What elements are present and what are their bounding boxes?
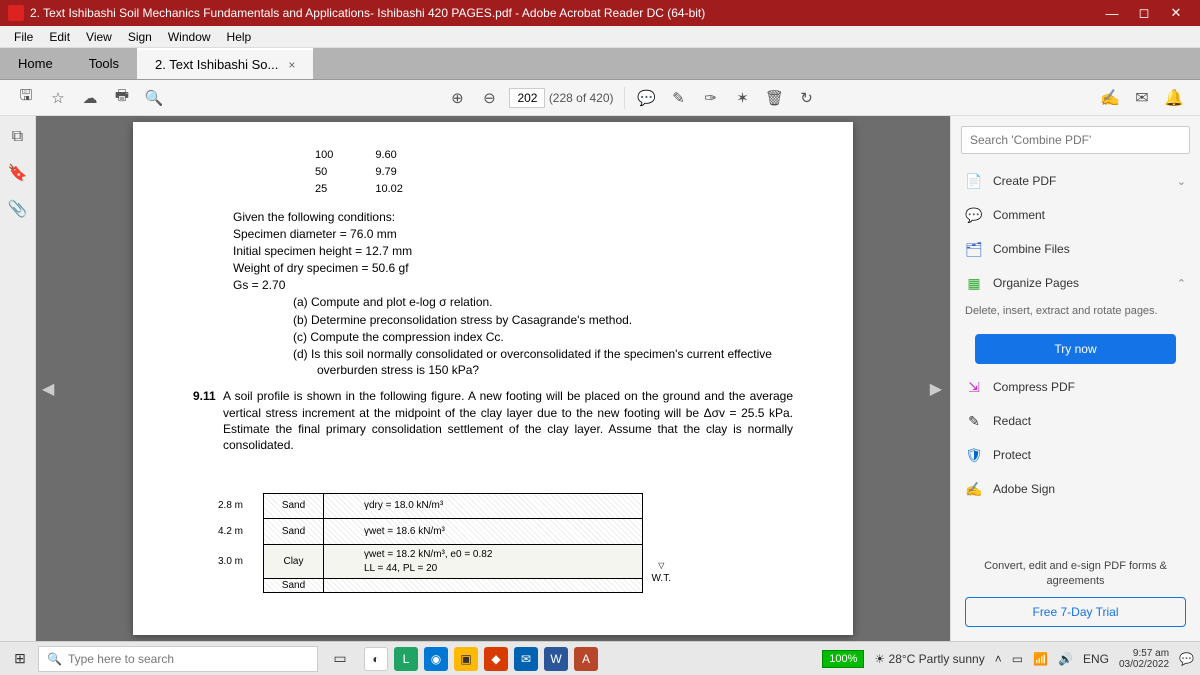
tools-search-input[interactable]	[961, 126, 1190, 154]
minimize-button[interactable]: —	[1096, 6, 1128, 21]
page-down-icon[interactable]: ⊖	[475, 84, 503, 112]
maximize-button[interactable]: ◻	[1128, 5, 1160, 21]
stamp-icon[interactable]: ✶	[729, 84, 757, 112]
left-rail: ⧉ 🔖 📎	[0, 116, 36, 641]
chevron-down-icon: ⌄	[1177, 175, 1186, 188]
app-mail-icon[interactable]: ✉	[514, 647, 538, 671]
organize-icon: ▦	[965, 274, 983, 292]
print-icon[interactable]: 🖶	[108, 84, 136, 112]
menu-file[interactable]: File	[6, 30, 41, 44]
toolbar: 🖫 ☆ ☁ 🖶 🔍 ⊕ ⊖ (228 of 420) 💬 ✎ ✑ ✶ 🗑 ↻ ✍…	[0, 80, 1200, 116]
try-now-button[interactable]: Try now	[975, 334, 1176, 364]
tool-adobe-sign[interactable]: ✍Adobe Sign	[961, 472, 1190, 506]
app-chrome-icon[interactable]: ◐	[364, 647, 388, 671]
tool-protect[interactable]: 🛡Protect	[961, 438, 1190, 472]
page-up-icon[interactable]: ⊕	[443, 84, 471, 112]
nav-next-icon[interactable]: ▶	[930, 379, 942, 399]
redact-icon: ✎	[965, 412, 983, 430]
attachment-icon[interactable]: 📎	[7, 198, 29, 220]
search-icon[interactable]: 🔍	[140, 84, 168, 112]
app-word-icon[interactable]: W	[544, 647, 568, 671]
problem-text: A soil profile is shown in the following…	[223, 388, 793, 453]
tool-comment[interactable]: 💬Comment	[961, 198, 1190, 232]
tool-create-pdf[interactable]: 📄Create PDF⌄	[961, 164, 1190, 198]
chevron-up-icon: ⌃	[1177, 277, 1186, 290]
organize-description: Delete, insert, extract and rotate pages…	[961, 300, 1190, 328]
menu-window[interactable]: Window	[160, 30, 219, 44]
windows-taskbar: ⊞ 🔍Type here to search ▭ ◐ L ◉ ▣ ◆ ✉ W A…	[0, 641, 1200, 675]
signature-icon[interactable]: ✍	[1096, 84, 1124, 112]
combine-icon: 🗂	[965, 240, 983, 258]
mail-icon[interactable]: ✉	[1128, 84, 1156, 112]
bookmark-icon[interactable]: 🔖	[7, 162, 29, 184]
start-button[interactable]: ⊞	[6, 645, 34, 673]
page-current-input[interactable]	[509, 88, 545, 108]
app-edge-icon[interactable]: ◉	[424, 647, 448, 671]
comment-tool-icon: 💬	[965, 206, 983, 224]
tab-document[interactable]: 2. Text Ishibashi So...×	[137, 48, 313, 79]
clock[interactable]: 9:57 am03/02/2022	[1119, 648, 1169, 670]
tab-row: Home Tools 2. Text Ishibashi So...×	[0, 48, 1200, 80]
page-indicator: (228 of 420)	[509, 88, 613, 108]
menu-sign[interactable]: Sign	[120, 30, 160, 44]
cloud-icon[interactable]: ☁	[76, 84, 104, 112]
zoom-indicator[interactable]: 100%	[822, 650, 864, 668]
tray-chevron-icon[interactable]: ˄	[995, 652, 1002, 666]
tools-panel: 📄Create PDF⌄ 💬Comment 🗂Combine Files ▦Or…	[950, 116, 1200, 641]
soil-profile-figure: New footing 2.8 mSandγdry = 18.0 kN/m³ 4…	[263, 493, 643, 593]
problem-number: 9.11	[193, 388, 223, 453]
notifications-icon[interactable]: 💬	[1179, 652, 1194, 666]
app-explorer-icon[interactable]: ▣	[454, 647, 478, 671]
app-icon	[8, 5, 24, 21]
wifi-icon[interactable]: 📶	[1033, 652, 1048, 666]
data-table: 1009.60 509.79 2510.02	[313, 146, 445, 199]
water-table-label: W.T.	[652, 561, 671, 585]
menu-help[interactable]: Help	[219, 30, 260, 44]
search-icon: 🔍	[47, 652, 62, 666]
tool-redact[interactable]: ✎Redact	[961, 404, 1190, 438]
tab-home[interactable]: Home	[0, 48, 71, 79]
document-area: ◀ 1009.60 509.79 2510.02 Given the follo…	[36, 116, 1200, 641]
highlight-icon[interactable]: ✎	[665, 84, 693, 112]
tab-tools[interactable]: Tools	[71, 48, 137, 79]
menu-bar: File Edit View Sign Window Help	[0, 26, 1200, 48]
draw-icon[interactable]: ✑	[697, 84, 725, 112]
free-trial-button[interactable]: Free 7-Day Trial	[965, 597, 1186, 627]
tool-compress[interactable]: ⇲Compress PDF	[961, 370, 1190, 404]
language-indicator[interactable]: ENG	[1083, 652, 1109, 666]
window-titlebar: 2. Text Ishibashi Soil Mechanics Fundame…	[0, 0, 1200, 26]
pdf-page: 1009.60 509.79 2510.02 Given the followi…	[133, 122, 853, 635]
task-view-icon[interactable]: ▭	[326, 645, 354, 673]
delete-icon[interactable]: 🗑	[761, 84, 789, 112]
battery-icon[interactable]: ▭	[1012, 652, 1023, 666]
menu-view[interactable]: View	[78, 30, 120, 44]
thumbnails-icon[interactable]: ⧉	[7, 126, 29, 148]
tool-combine[interactable]: 🗂Combine Files	[961, 232, 1190, 266]
close-button[interactable]: ✕	[1160, 5, 1192, 21]
conditions-heading: Given the following conditions:	[233, 209, 793, 225]
weather-widget[interactable]: ☀ 28°C Partly sunny	[874, 652, 984, 666]
create-pdf-icon: 📄	[965, 172, 983, 190]
promo-text: Convert, edit and e-sign PDF forms & agr…	[965, 559, 1186, 589]
comment-icon[interactable]: 💬	[633, 84, 661, 112]
menu-edit[interactable]: Edit	[41, 30, 78, 44]
taskbar-search[interactable]: 🔍Type here to search	[38, 646, 318, 672]
window-title: 2. Text Ishibashi Soil Mechanics Fundame…	[30, 6, 705, 20]
tab-close-icon[interactable]: ×	[288, 58, 295, 72]
protect-icon: 🛡	[965, 446, 983, 464]
app-acrobat-icon[interactable]: A	[574, 647, 598, 671]
adobe-sign-icon: ✍	[965, 480, 983, 498]
app-office-icon[interactable]: ◆	[484, 647, 508, 671]
redo-icon[interactable]: ↻	[793, 84, 821, 112]
bell-icon[interactable]: 🔔	[1160, 84, 1188, 112]
tool-organize[interactable]: ▦Organize Pages⌃	[961, 266, 1190, 300]
app-excel-icon[interactable]: L	[394, 647, 418, 671]
nav-prev-icon[interactable]: ◀	[42, 379, 54, 399]
compress-icon: ⇲	[965, 378, 983, 396]
star-icon[interactable]: ☆	[44, 84, 72, 112]
page-total: (228 of 420)	[549, 91, 614, 105]
save-icon[interactable]: 🖫	[12, 84, 40, 112]
volume-icon[interactable]: 🔊	[1058, 652, 1073, 666]
